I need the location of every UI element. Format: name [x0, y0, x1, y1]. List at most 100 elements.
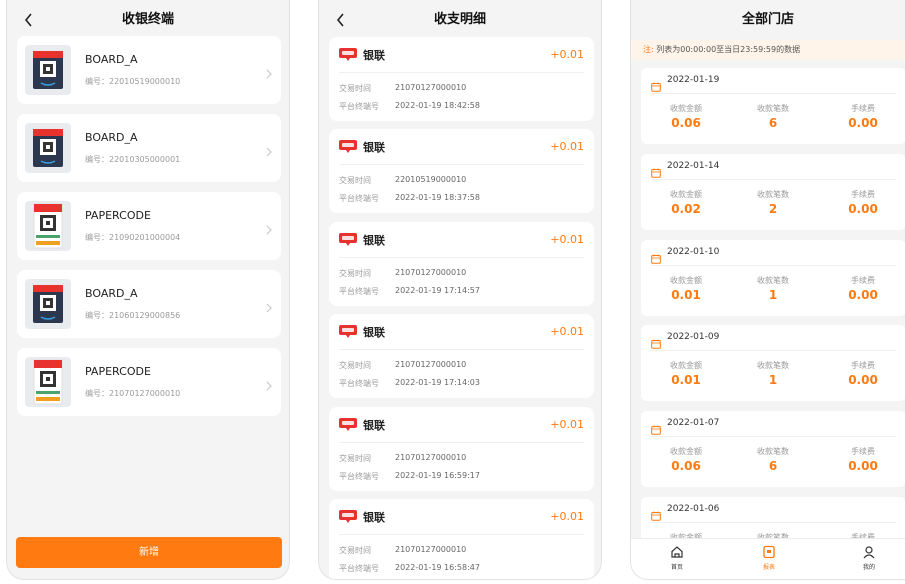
terminal-card[interactable]: BOARD_A 编号：22010519000010	[17, 36, 281, 104]
terminal-card[interactable]: BOARD_A 编号：21060129000856	[17, 270, 281, 338]
channel-name: 银联	[363, 418, 385, 432]
transaction-card[interactable]: 银联 +0.01 交易时间 21070127000010 平台终端号 2022-01-19…	[329, 406, 594, 491]
trade-id-value: 21070127000010	[395, 545, 467, 554]
terminal-name: PAPERCODE	[85, 209, 151, 222]
stat-label-amount: 收款金额	[670, 447, 702, 457]
home-icon	[671, 546, 683, 558]
daily-summary-card[interactable]: 2022-01-10 收款金额 0.01 收款笔数 1 手续费 0.00	[641, 239, 905, 316]
note-text: 列表为00:00:00至当日23:59:59的数据	[656, 45, 801, 54]
tab-report[interactable]: 报表	[739, 539, 799, 571]
trade-time-label: 交易时间	[339, 361, 371, 371]
unionpay-logo-icon	[339, 509, 357, 523]
terminal-code: 编号：22010305000001	[85, 155, 181, 164]
stat-label-fee: 手续费	[851, 189, 875, 199]
chevron-right-icon	[266, 298, 272, 317]
stat-value-fee: 0.00	[848, 373, 878, 388]
back-arrow-icon	[336, 13, 344, 27]
stat-label-fee: 手续费	[851, 447, 875, 457]
trade-time-label: 交易时间	[339, 546, 371, 555]
channel-name: 银联	[363, 49, 385, 62]
trade-time-value: 2022-01-19 17:14:03	[395, 378, 480, 388]
unionpay-logo-icon	[339, 139, 357, 154]
terminal-label: 平台终端号	[339, 379, 379, 389]
back-arrow-icon	[24, 13, 32, 27]
summary-date: 2022-01-07	[667, 418, 720, 429]
page-title: 收银终端	[121, 12, 174, 27]
trade-time-label: 交易时间	[339, 453, 371, 463]
channel-name: 银联	[363, 511, 385, 524]
trade-id-value: 21070127000010	[395, 452, 467, 462]
stat-label-fee: 手续费	[851, 104, 875, 113]
tab-profile[interactable]: 我的	[839, 539, 899, 571]
stat-label-count: 收款笔数	[757, 189, 789, 199]
stat-label-count: 收款笔数	[757, 104, 789, 113]
daily-summary-card[interactable]: 2022-01-19 收款金额 0.06 收款笔数 6 手续费 0.00	[641, 68, 905, 144]
terminal-code: 编号：22010519000010	[85, 77, 181, 86]
stat-label-amount: 收款金额	[670, 104, 702, 113]
stat-value-fee: 0.00	[848, 116, 878, 130]
terminal-card[interactable]: PAPERCODE 编号：21090201000004	[17, 192, 281, 260]
stat-value-fee: 0.00	[848, 287, 878, 302]
summary-date: 2022-01-14	[667, 160, 720, 171]
divider	[339, 349, 584, 351]
divider	[651, 436, 896, 438]
stat-value-count: 1	[768, 373, 778, 388]
stat-label-count: 收款笔数	[757, 275, 789, 285]
channel-name: 银联	[363, 233, 385, 247]
back-button[interactable]	[331, 0, 351, 40]
divider	[339, 256, 584, 258]
calendar-icon	[651, 249, 661, 264]
transaction-card[interactable]: 银联 +0.01 交易时间 21070127000010 平台终端号 2022-01-19…	[329, 221, 594, 306]
stat-value-amount: 0.02	[671, 201, 701, 216]
transaction-amount: +0.01	[550, 510, 584, 523]
divider	[651, 93, 896, 94]
transaction-card[interactable]: 银联 +0.01 交易时间 21070127000010 平台终端号 2022-01-19…	[329, 314, 594, 399]
divider	[651, 350, 896, 352]
stat-label-fee: 手续费	[851, 275, 875, 285]
stat-value-count: 6	[768, 459, 778, 474]
trade-time-value: 2022-01-19 16:58:47	[395, 563, 480, 572]
transaction-card[interactable]: 银联 +0.01 交易时间 21070127000010 平台终端号 2022-01-19…	[329, 499, 594, 579]
qr-stand-icon	[33, 51, 63, 89]
terminal-label: 平台终端号	[339, 564, 379, 573]
summary-date: 2022-01-06	[667, 504, 720, 514]
terminal-code: 编号：21090201000004	[85, 233, 181, 242]
terminal-name: BOARD_A	[85, 53, 138, 66]
back-button[interactable]	[19, 0, 39, 40]
unionpay-logo-icon	[339, 417, 357, 431]
trade-time-value: 2022-01-19 17:14:57	[395, 285, 480, 295]
add-terminal-button[interactable]: 新增	[16, 537, 282, 568]
trade-time-label: 交易时间	[339, 176, 371, 186]
terminal-card[interactable]: BOARD_A 编号：22010305000001	[17, 114, 281, 182]
channel-name: 银联	[363, 326, 385, 340]
page-title: 收支明细	[433, 12, 486, 27]
trade-time-label: 交易时间	[339, 268, 371, 278]
tab-home[interactable]: 首页	[647, 539, 707, 571]
trade-id-value: 21070127000010	[395, 267, 467, 277]
stat-label-amount: 收款金额	[670, 275, 702, 285]
tab-label: 首页	[670, 564, 683, 571]
transaction-card[interactable]: 银联 +0.01 交易时间 21070127000010 平台终端号 2022-01-19…	[329, 37, 594, 121]
stat-value-fee: 0.00	[848, 201, 878, 216]
transactions-header: 收支明细	[319, 0, 601, 40]
bottom-tab-bar: 首页 报表 我的	[631, 538, 905, 579]
terminal-name: BOARD_A	[85, 287, 138, 300]
trade-time-value: 2022-01-19 18:37:58	[395, 193, 480, 203]
transactions-screen: 收支明细 银联 +0.01 交易时间 21070127000010 平台终端号 2022-…	[318, 0, 602, 580]
calendar-icon	[651, 334, 661, 350]
divider	[651, 522, 896, 523]
terminal-thumbnail	[25, 123, 71, 173]
daily-summary-card[interactable]: 2022-01-09 收款金额 0.01 收款笔数 1 手续费 0.00	[641, 325, 905, 402]
daily-summary-card[interactable]: 2022-01-14 收款金额 0.02 收款笔数 2 手续费 0.00	[641, 153, 905, 230]
daily-summary-card[interactable]: 2022-01-07 收款金额 0.06 收款笔数 6 手续费 0.00	[641, 411, 905, 488]
tab-label: 我的	[862, 564, 875, 571]
stores-screen: 全部门店 注: 列表为00:00:00至当日23:59:59的数据 2022-0…	[630, 0, 905, 580]
stat-value-fee: 0.00	[848, 459, 878, 474]
divider	[339, 441, 584, 443]
transaction-amount: +0.01	[550, 232, 584, 246]
transaction-amount: +0.01	[550, 140, 584, 154]
tab-label: 报表	[762, 564, 775, 571]
terminal-card[interactable]: PAPERCODE 编号：21070127000010	[17, 348, 281, 416]
calendar-icon	[651, 77, 661, 92]
transaction-card[interactable]: 银联 +0.01 交易时间 22010519000010 平台终端号 2022-01-19…	[329, 129, 594, 214]
